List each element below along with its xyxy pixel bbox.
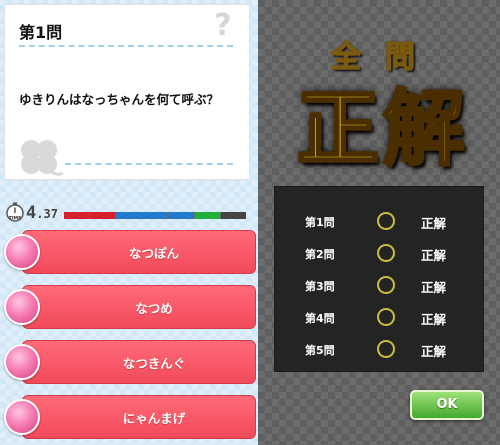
result-question-label: 第2問 [305,248,335,261]
result-question-label: 第4問 [305,312,335,325]
correct-circle-icon [377,340,395,358]
question-card: 第1問 ? ゆきりんはなっちゃんを何て呼ぶ？ [4,4,250,180]
answer-label: なつきんぐ [122,355,186,371]
clover-icon [21,140,64,176]
ok-button[interactable]: OK [410,390,484,420]
correct-circle-icon [377,244,395,262]
results-table: 第1問 正解 第2問 正解 第3問 正解 第4問 正解 第5問 正解 [274,186,484,372]
answer-label: なつぽん [128,245,179,261]
timer-bar-segment [64,212,90,219]
answer-button-4[interactable]: にゃんまげ [22,395,256,439]
correct-circle-icon [377,308,395,326]
result-question-label: 第1問 [305,216,335,229]
quiz-panel: 第1問 ? ゆきりんはなっちゃんを何て呼ぶ？ TIME 4.37 なつぽん なつ… [0,0,258,445]
answer-button-3[interactable]: なつきんぐ [22,340,256,384]
answer-button-1[interactable]: なつぽん [22,230,256,274]
result-status: 正解 [421,248,447,263]
question-number: 第1問 [19,23,63,42]
timer-bar [64,212,246,219]
result-question-label: 第5問 [305,344,335,357]
answer-button-2[interactable]: なつめ [22,285,256,329]
result-row: 第3問 正解 [275,275,485,297]
result-row: 第1問 正解 [275,211,485,233]
timer: TIME 4.37 [4,202,250,224]
answer-label: にゃんまげ [122,410,186,426]
result-question-label: 第3問 [305,280,335,293]
timer-bar-segment [194,212,220,219]
divider [19,45,233,47]
timer-bar-segment [168,212,194,219]
timer-label: TIME [9,216,22,222]
result-status: 正解 [421,344,447,359]
timer-bar-segment [116,212,142,219]
result-row: 第4問 正解 [275,307,485,329]
divider [65,163,233,165]
result-status: 正解 [421,216,447,231]
result-status: 正解 [421,312,447,327]
correct-circle-icon [377,212,395,230]
result-heading-big: 正解 [295,81,469,179]
timer-bar-segment [142,212,168,219]
stopwatch-icon: TIME [6,202,24,222]
result-heading-small: 全問 [330,39,439,76]
result-row: 第5問 正解 [275,339,485,361]
pink-ball-icon [4,289,40,325]
answer-label: なつめ [135,300,173,316]
result-panel: 全問 正解 第1問 正解 第2問 正解 第3問 正解 第4問 正解 第5問 正解… [258,0,500,445]
question-text: ゆきりんはなっちゃんを何て呼ぶ？ [19,92,220,107]
timer-value: 4.37 [26,203,58,223]
question-mark-icon: ? [214,8,232,43]
pink-ball-icon [4,344,40,380]
pink-ball-icon [4,399,40,435]
timer-bar-segment [220,212,246,219]
pink-ball-icon [4,234,40,270]
result-row: 第2問 正解 [275,243,485,265]
result-status: 正解 [421,280,447,295]
timer-bar-segment [90,212,116,219]
correct-circle-icon [377,276,395,294]
